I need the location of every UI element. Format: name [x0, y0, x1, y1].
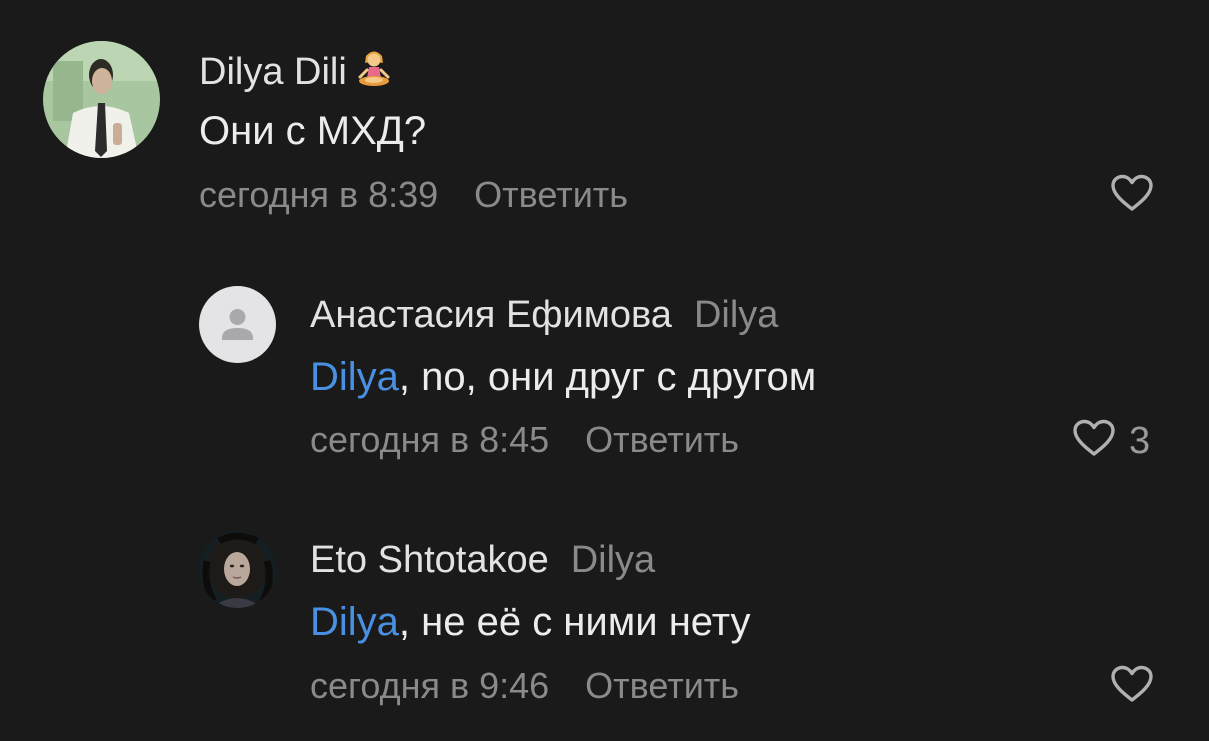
comment-meta: сегодня в 9:46 Ответить	[310, 664, 739, 708]
reply-to-name[interactable]: Dilya	[694, 294, 778, 336]
author-name[interactable]: Анастасия Ефимова	[310, 294, 672, 336]
like-button[interactable]	[1109, 664, 1155, 709]
comment-meta: сегодня в 8:39 Ответить	[199, 173, 628, 217]
comment-text: Dilya, не её с ними нету	[310, 598, 750, 646]
heart-outline-icon	[1071, 418, 1117, 463]
author-name[interactable]: Dilya Dili	[199, 51, 347, 93]
like-button[interactable]: 3	[1071, 418, 1150, 463]
mention-link[interactable]: Dilya	[310, 600, 399, 644]
reply-button[interactable]: Ответить	[585, 419, 739, 460]
avatar[interactable]	[199, 531, 276, 608]
author-name[interactable]: Eto Shtotakoe	[310, 539, 549, 581]
heart-outline-icon	[1109, 664, 1155, 709]
lotus-position-emoji-icon	[357, 48, 391, 98]
like-button[interactable]	[1109, 173, 1155, 218]
like-count: 3	[1129, 419, 1151, 462]
timestamp: сегодня в 8:39	[199, 174, 439, 215]
comment-text: Они с МХД?	[199, 109, 427, 153]
comment: Dilya Dili Они с МХД? сегодня в 8:39 Отве…	[0, 0, 1209, 240]
comment-body: , no, они друг с другом	[398, 355, 817, 399]
reply-button[interactable]: Ответить	[585, 665, 739, 706]
author-line: Анастасия Ефимова Dilya	[310, 293, 778, 337]
author-line: Eto Shtotakoe Dilya	[310, 538, 655, 582]
default-avatar[interactable]	[199, 286, 276, 363]
user-silhouette-icon	[222, 309, 253, 340]
timestamp: сегодня в 9:46	[310, 665, 550, 706]
mention-link[interactable]: Dilya	[310, 355, 399, 399]
heart-outline-icon	[1109, 173, 1155, 218]
reply-to-name[interactable]: Dilya	[571, 539, 655, 581]
reply-comment: Анастасия Ефимова Dilya Dilya, no, они др…	[0, 240, 1209, 490]
comment-meta: сегодня в 8:45 Ответить	[310, 418, 739, 462]
reply-comment: Eto Shtotakoe Dilya Dilya, не её с ними н…	[0, 490, 1209, 741]
reply-button[interactable]: Ответить	[474, 174, 628, 215]
timestamp: сегодня в 8:45	[310, 419, 550, 460]
author-line: Dilya Dili	[199, 48, 391, 98]
comment-text: Dilya, no, они друг с другом	[310, 353, 816, 401]
comment-body: , не её с ними нету	[398, 600, 751, 644]
avatar[interactable]	[43, 41, 160, 158]
